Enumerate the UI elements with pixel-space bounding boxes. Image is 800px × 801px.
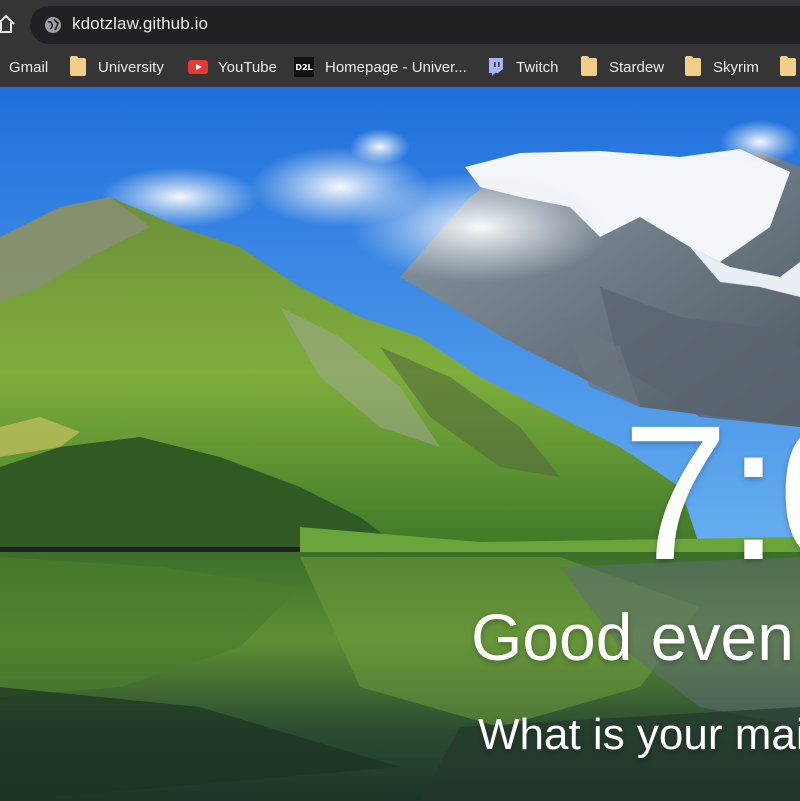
landscape-image bbox=[0, 87, 800, 801]
bookmark-label: Stardew bbox=[609, 58, 665, 76]
folder-icon bbox=[581, 56, 597, 76]
bookmark-label: YouTube bbox=[218, 58, 277, 76]
bookmark-homepage[interactable]: D2L Homepage - Univer... bbox=[294, 48, 467, 86]
bookmark-overflow[interactable] bbox=[780, 48, 800, 86]
folder-icon bbox=[70, 56, 86, 76]
folder-icon bbox=[780, 56, 796, 76]
bookmark-gmail[interactable]: Gmail bbox=[9, 48, 48, 86]
bookmark-skyrim[interactable]: Skyrim bbox=[685, 48, 759, 86]
bookmark-label: University bbox=[98, 58, 164, 76]
site-info-icon[interactable] bbox=[44, 16, 62, 34]
bookmark-label: Skyrim bbox=[713, 58, 759, 76]
bookmark-twitch[interactable]: Twitch bbox=[487, 48, 559, 86]
bookmarks-bar: Gmail University YouTube D2L Homepage - … bbox=[0, 48, 800, 87]
folder-icon bbox=[685, 56, 701, 76]
bookmark-label: Twitch bbox=[516, 58, 559, 76]
youtube-icon bbox=[188, 60, 208, 74]
twitch-icon bbox=[489, 58, 503, 76]
bookmark-label: Gmail bbox=[9, 58, 49, 76]
d2l-icon: D2L bbox=[294, 57, 314, 77]
home-icon[interactable] bbox=[0, 12, 16, 36]
bookmark-label: Homepage - Univer... bbox=[325, 58, 467, 76]
background-landscape bbox=[0, 87, 800, 801]
bookmark-university[interactable]: University bbox=[70, 48, 164, 86]
bookmark-stardew[interactable]: Stardew bbox=[581, 48, 664, 86]
address-bar-row: kdotzlaw.github.io bbox=[0, 0, 800, 48]
url-text[interactable]: kdotzlaw.github.io bbox=[72, 14, 208, 34]
bookmark-youtube[interactable]: YouTube bbox=[188, 48, 277, 86]
